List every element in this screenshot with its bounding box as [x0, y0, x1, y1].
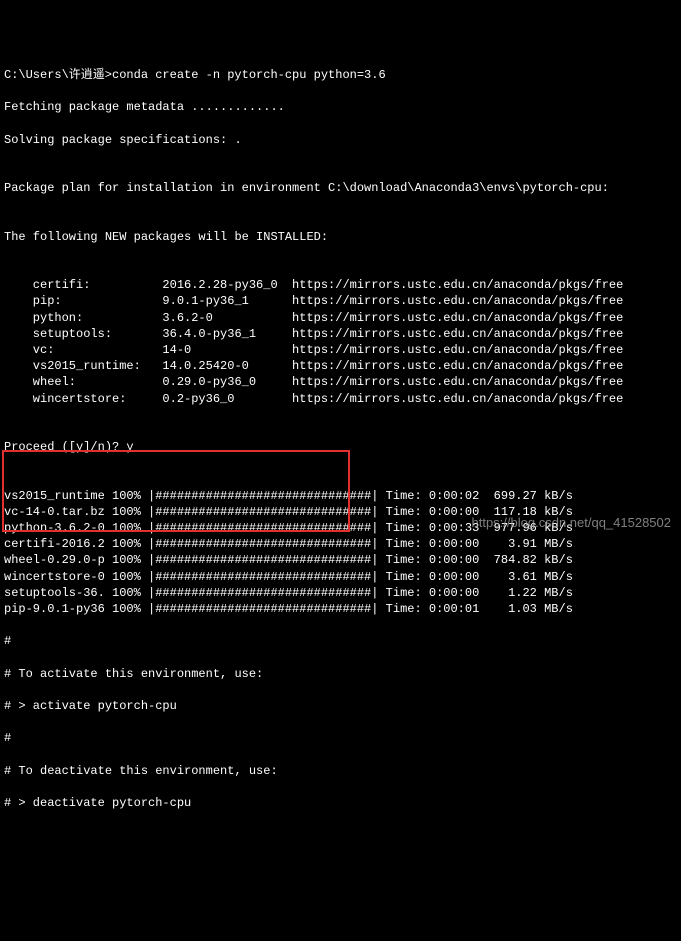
package-row: vs2015_runtime: 14.0.25420-0 https://mir… — [4, 358, 677, 374]
package-row: python: 3.6.2-0 https://mirrors.ustc.edu… — [4, 310, 677, 326]
footer-hash: # — [4, 730, 677, 746]
package-row: vc: 14-0 https://mirrors.ustc.edu.cn/ana… — [4, 342, 677, 358]
download-row: certifi-2016.2 100% |###################… — [4, 536, 677, 552]
solve-specs: Solving package specifications: . — [4, 132, 677, 148]
deactivate-hint: # To deactivate this environment, use: — [4, 763, 677, 779]
download-row: wheel-0.29.0-p 100% |###################… — [4, 552, 677, 568]
activate-hint: # To activate this environment, use: — [4, 666, 677, 682]
fetch-metadata: Fetching package metadata ............. — [4, 99, 677, 115]
package-row: wincertstore: 0.2-py36_0 https://mirrors… — [4, 391, 677, 407]
package-row: certifi: 2016.2.28-py36_0 https://mirror… — [4, 277, 677, 293]
proceed-prompt[interactable]: Proceed ([y]/n)? y — [4, 439, 677, 455]
new-packages-header: The following NEW packages will be INSTA… — [4, 229, 677, 245]
package-list: certifi: 2016.2.28-py36_0 https://mirror… — [4, 277, 677, 407]
footer-hash: # — [4, 633, 677, 649]
activate-cmd: # > activate pytorch-cpu — [4, 698, 677, 714]
prompt[interactable]: C:\Users\许逍遥>conda create -n pytorch-cpu… — [4, 67, 677, 83]
download-row: setuptools-36. 100% |###################… — [4, 585, 677, 601]
download-row: vs2015_runtime 100% |###################… — [4, 488, 677, 504]
deactivate-cmd: # > deactivate pytorch-cpu — [4, 795, 677, 811]
package-row: pip: 9.0.1-py36_1 https://mirrors.ustc.e… — [4, 293, 677, 309]
download-list: vs2015_runtime 100% |###################… — [4, 488, 677, 618]
package-row: wheel: 0.29.0-py36_0 https://mirrors.ust… — [4, 374, 677, 390]
package-row: setuptools: 36.4.0-py36_1 https://mirror… — [4, 326, 677, 342]
watermark: https://blog.csdn.net/qq_41528502 — [472, 514, 672, 532]
download-row: wincertstore-0 100% |###################… — [4, 569, 677, 585]
package-plan: Package plan for installation in environ… — [4, 180, 677, 196]
download-row: pip-9.0.1-py36 100% |###################… — [4, 601, 677, 617]
